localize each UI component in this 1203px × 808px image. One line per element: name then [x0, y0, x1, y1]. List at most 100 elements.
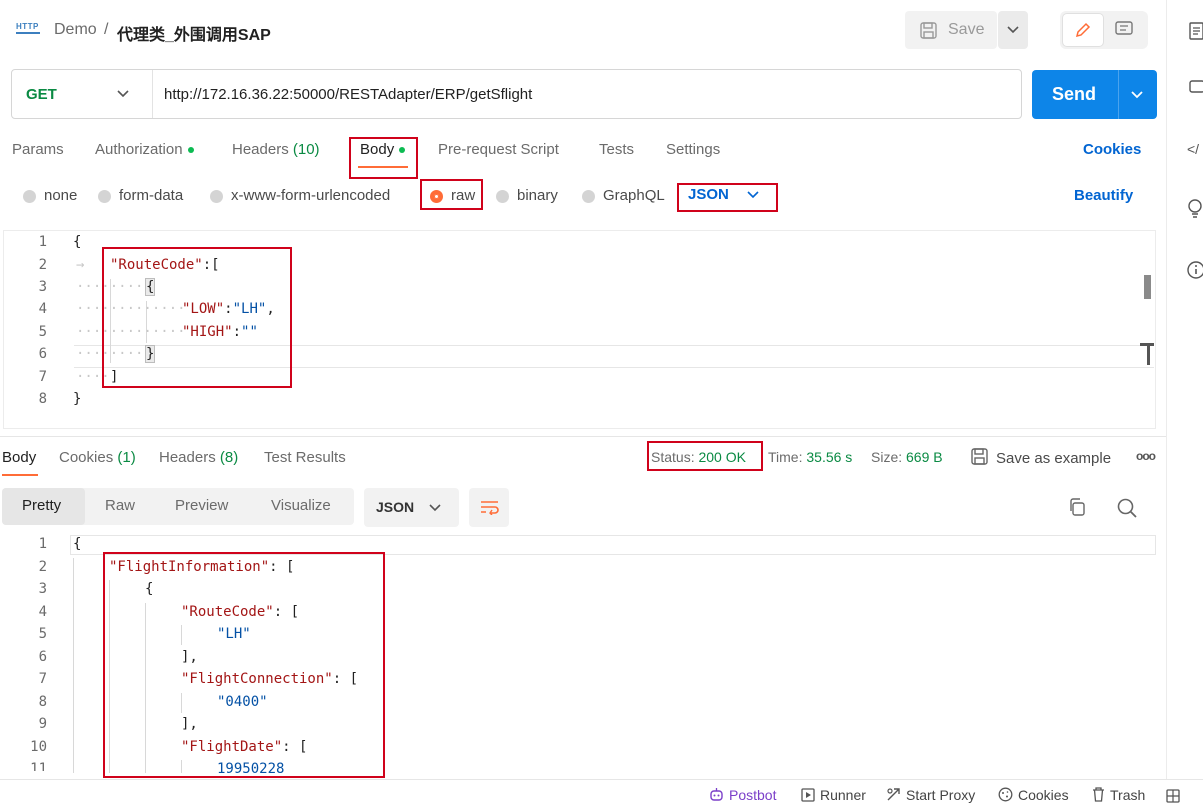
current-line-highlight [74, 345, 1154, 368]
clipped-line: 19950228 [0, 761, 400, 773]
wrap-lines-button[interactable] [469, 488, 509, 527]
save-as-example-button[interactable]: Save as example [971, 448, 1111, 467]
json-key: "RouteCode" [110, 257, 203, 273]
response-tab-cookies-label: Cookies [59, 449, 114, 466]
save-icon [920, 22, 937, 39]
trash-button[interactable]: Trash [1092, 787, 1145, 803]
code-token: { [73, 234, 82, 250]
response-status[interactable]: Status: 200 OK [651, 449, 746, 465]
code-token: { [144, 278, 156, 296]
runner-icon [801, 788, 815, 802]
body-format-select[interactable]: JSON [688, 186, 759, 203]
response-tab-headers-label: Headers [159, 449, 216, 466]
breadcrumb-parent[interactable]: Demo [54, 21, 97, 39]
chevron-down-icon [429, 504, 441, 512]
code-token: : [224, 301, 233, 317]
code-line: "RouteCode":[ [110, 257, 220, 273]
code-icon[interactable]: </ [1187, 141, 1199, 157]
indent-guide [181, 625, 182, 645]
size-value: 669 B [906, 449, 943, 465]
body-option-none[interactable]: none [23, 187, 77, 204]
chevron-down-icon [1131, 91, 1143, 99]
code-token: :[ [202, 257, 220, 273]
view-visualize-button[interactable]: Visualize [271, 497, 331, 514]
code-token: , [266, 301, 275, 317]
save-button[interactable]: Save [905, 11, 997, 49]
method-select[interactable]: GET [12, 70, 153, 118]
response-size[interactable]: Size: 669 B [871, 449, 943, 465]
search-icon[interactable] [1117, 498, 1137, 518]
url-bar: GET [11, 69, 1022, 119]
line-number: 4 [38, 301, 47, 317]
view-pretty-button[interactable]: Pretty [2, 488, 85, 525]
more-options-icon[interactable]: ooo [1136, 449, 1156, 463]
info-icon[interactable] [1187, 261, 1203, 279]
response-format-select[interactable]: JSON [364, 488, 459, 527]
radio-icon [582, 189, 595, 203]
tab-headers-count: (10) [292, 141, 320, 158]
wrap-lines-icon [481, 501, 499, 515]
editor-scrollbar[interactable] [1144, 275, 1151, 299]
response-tab-cookies[interactable]: Cookies (1) [59, 449, 136, 466]
view-pretty-label: Pretty [22, 497, 62, 514]
line-number: 6 [38, 649, 47, 665]
response-tab-body[interactable]: Body [2, 449, 36, 466]
status-dot [399, 147, 406, 154]
request-name[interactable]: 代理类_外围调用SAP [117, 21, 271, 45]
response-tab-cookies-count: (1) [117, 449, 136, 466]
tab-tests[interactable]: Tests [599, 141, 634, 158]
view-preview-button[interactable]: Preview [175, 497, 228, 514]
tab-body[interactable]: Body [360, 141, 406, 158]
url-input[interactable] [164, 82, 1004, 106]
tab-headers-label: Headers [232, 141, 289, 158]
copy-icon[interactable] [1068, 498, 1086, 517]
body-option-urlencoded[interactable]: x-www-form-urlencoded [210, 187, 390, 204]
runner-button[interactable]: Runner [801, 787, 866, 803]
code-line: "FlightInformation": [ [109, 559, 294, 575]
whitespace-marker: ········· [76, 279, 152, 295]
code-token: : [ [332, 671, 359, 687]
whitespace-marker: ········· [76, 346, 152, 362]
body-option-binary[interactable]: binary [496, 187, 558, 204]
tab-pre-request-script[interactable]: Pre-request Script [438, 141, 559, 158]
body-option-graphql[interactable]: GraphQL [582, 187, 665, 204]
send-dropdown-button[interactable] [1118, 70, 1157, 119]
body-option-label: none [44, 187, 78, 204]
layout-toggle-icon[interactable] [1166, 789, 1180, 803]
response-tab-test-results[interactable]: Test Results [264, 449, 346, 466]
save-dropdown-button[interactable] [998, 11, 1028, 49]
code-token: ], [181, 716, 198, 732]
lightbulb-icon[interactable] [1187, 199, 1203, 219]
overview-ruler-marker [1147, 343, 1150, 365]
json-value: "" [241, 324, 258, 340]
tab-headers[interactable]: Headers (10) [232, 141, 320, 158]
beautify-link[interactable]: Beautify [1074, 187, 1133, 204]
cookies-link[interactable]: Cookies [1083, 141, 1141, 158]
postbot-button[interactable]: Postbot [709, 787, 776, 803]
http-icon: HTTP [16, 22, 40, 38]
line-number: 9 [38, 716, 47, 732]
documentation-icon[interactable] [1189, 22, 1203, 40]
send-button[interactable]: Send [1032, 70, 1118, 119]
save-label: Save [948, 21, 985, 38]
tab-params[interactable]: Params [12, 141, 64, 158]
tab-authorization[interactable]: Authorization [95, 141, 194, 158]
response-time[interactable]: Time: 35.56 s [768, 449, 852, 465]
comments-icon[interactable] [1189, 80, 1203, 96]
code-token: } [144, 345, 156, 363]
start-proxy-button[interactable]: Start Proxy [886, 787, 975, 803]
view-raw-button[interactable]: Raw [105, 497, 135, 514]
radio-icon [496, 189, 509, 203]
response-view-group: Pretty Raw Preview Visualize [2, 488, 354, 525]
pencil-icon [1075, 22, 1091, 38]
edit-mode-button[interactable] [1063, 14, 1103, 46]
body-option-form-data[interactable]: form-data [98, 187, 183, 204]
code-token: : [ [282, 739, 308, 755]
cookies-footer-button[interactable]: Cookies [998, 787, 1069, 803]
response-tab-headers[interactable]: Headers (8) [159, 449, 238, 466]
tab-settings[interactable]: Settings [666, 141, 720, 158]
comment-mode-icon[interactable] [1115, 21, 1133, 38]
line-number: 1 [38, 536, 47, 552]
body-option-raw[interactable]: raw [430, 187, 475, 204]
line-number: 8 [38, 694, 47, 710]
